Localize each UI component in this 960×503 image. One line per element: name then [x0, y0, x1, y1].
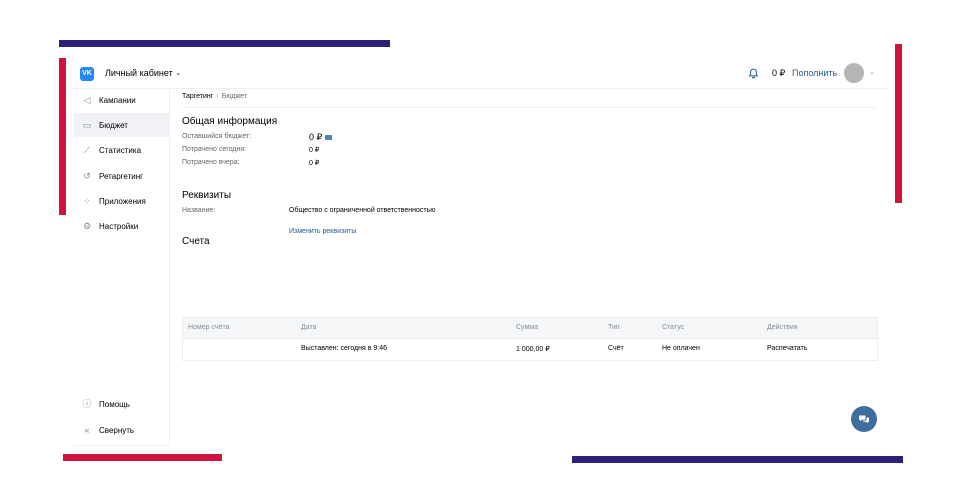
- megaphone-icon: ◁: [83, 95, 91, 105]
- sidebar-item-label: Статистика: [99, 145, 142, 155]
- topup-link[interactable]: Пополнить: [792, 68, 837, 78]
- invoice-date: Выставлен: сегодня в 9:46: [301, 345, 388, 352]
- remaining-budget-value: 0 ₽: [309, 132, 333, 143]
- balance-amount: 0 ₽: [772, 68, 786, 78]
- company-name-label: Название:: [182, 207, 216, 214]
- sidebar-item-label: Настройки: [99, 221, 139, 231]
- sidebar-item-label: Приложения: [99, 196, 146, 206]
- sidebar-item-retargeting[interactable]: ↺ Ретаргетинг: [74, 164, 169, 188]
- sidebar-item-settings[interactable]: ⚙ Настройки: [74, 214, 169, 238]
- requisites-title: Реквизиты: [182, 190, 232, 201]
- chevron-down-icon[interactable]: ⌄: [175, 68, 182, 77]
- chat-icon: [859, 415, 869, 424]
- chat-button[interactable]: [851, 406, 877, 432]
- column-header-number[interactable]: Номер счёта: [188, 324, 229, 331]
- bell-icon[interactable]: [748, 68, 759, 79]
- sidebar-collapse-button[interactable]: « Свернуть: [74, 418, 169, 442]
- remaining-budget-amount: 0 ₽: [309, 132, 323, 142]
- invoice-status: Не оплачен: [662, 345, 700, 352]
- invoice-amount: 1 000,00 ₽: [516, 346, 550, 353]
- sidebar-item-help[interactable]: ⓘ Помощь: [74, 392, 169, 416]
- sidebar-item-label: Кампании: [99, 95, 136, 105]
- decorative-bar-bottom-right: [572, 456, 903, 463]
- column-header-type[interactable]: Тип: [608, 324, 620, 331]
- vk-logo[interactable]: VK: [80, 67, 94, 81]
- breadcrumb-root[interactable]: Таргетинг: [182, 93, 213, 100]
- edit-requisites-link[interactable]: Изменить реквизиты: [289, 228, 356, 235]
- column-header-status[interactable]: Статус: [662, 324, 684, 331]
- spent-yesterday-label: Потрачено вчера:: [182, 159, 240, 166]
- wallet-icon: ▭: [82, 120, 92, 130]
- remaining-budget-label: Оставшийся бюджет:: [182, 133, 252, 140]
- chart-icon: ⟋: [83, 145, 91, 155]
- help-icon: ⓘ: [82, 399, 92, 409]
- breadcrumb-current: Бюджет: [221, 93, 248, 100]
- invoices-table: Номер счёта Дата Сумма Тип Статус Действ…: [182, 317, 878, 361]
- decorative-bar-right: [895, 44, 902, 203]
- decorative-bar-bottom-left: [63, 454, 222, 461]
- spent-today-value: 0 ₽: [309, 147, 320, 154]
- retarget-icon: ↺: [83, 171, 91, 181]
- table-header: Номер счёта Дата Сумма Тип Статус Действ…: [183, 318, 877, 339]
- decorative-bar-top: [59, 40, 390, 47]
- avatar[interactable]: [844, 63, 864, 83]
- invoices-title: Счета: [182, 236, 210, 247]
- column-header-date[interactable]: Дата: [301, 324, 317, 331]
- divider: [182, 107, 876, 108]
- apps-icon: ⁘: [83, 196, 91, 206]
- column-header-actions: Действия: [767, 324, 798, 331]
- sidebar-item-label: Помощь: [99, 399, 130, 409]
- invoice-type: Счёт: [608, 345, 624, 352]
- table-row: Выставлен: сегодня в 9:46 1 000,00 ₽ Счё…: [183, 339, 877, 359]
- cabinet-title[interactable]: Личный кабинет: [105, 68, 173, 78]
- company-name-value: Общество с ограниченной ответственностью: [289, 207, 436, 214]
- decorative-bar-left: [59, 58, 66, 215]
- sidebar: ◁ Кампании ▭ Бюджет ⟋ Статистика ↺ Ретар…: [72, 88, 170, 446]
- wallet-icon[interactable]: [325, 135, 333, 141]
- sidebar-item-campaigns[interactable]: ◁ Кампании: [74, 88, 169, 112]
- collapse-icon: «: [84, 425, 90, 435]
- column-header-amount[interactable]: Сумма: [516, 324, 538, 331]
- gear-icon: ⚙: [82, 221, 92, 231]
- sidebar-item-statistics[interactable]: ⟋ Статистика: [74, 138, 169, 162]
- general-info-title: Общая информация: [182, 116, 278, 127]
- spent-yesterday-value: 0 ₽: [309, 160, 320, 167]
- sidebar-item-label: Бюджет: [99, 120, 128, 130]
- top-bar: VK Личный кабинет ⌄ 0 ₽ Пополнить ⌄: [72, 58, 888, 89]
- sidebar-item-label: Ретаргетинг: [99, 171, 144, 181]
- spent-today-label: Потрачено сегодня:: [182, 146, 247, 153]
- ads-cabinet-window: VK Личный кабинет ⌄ 0 ₽ Пополнить ⌄ ◁ Ка…: [72, 58, 888, 446]
- chevron-down-icon[interactable]: ⌄: [869, 68, 875, 76]
- breadcrumb: Таргетинг › Бюджет: [182, 93, 247, 100]
- breadcrumb-separator-icon: ›: [216, 93, 219, 100]
- sidebar-item-budget[interactable]: ▭ Бюджет: [74, 113, 169, 137]
- divider: [74, 445, 169, 446]
- print-invoice-link[interactable]: Распечатать: [767, 345, 807, 352]
- sidebar-item-label: Свернуть: [99, 425, 135, 435]
- sidebar-item-apps[interactable]: ⁘ Приложения: [74, 189, 169, 213]
